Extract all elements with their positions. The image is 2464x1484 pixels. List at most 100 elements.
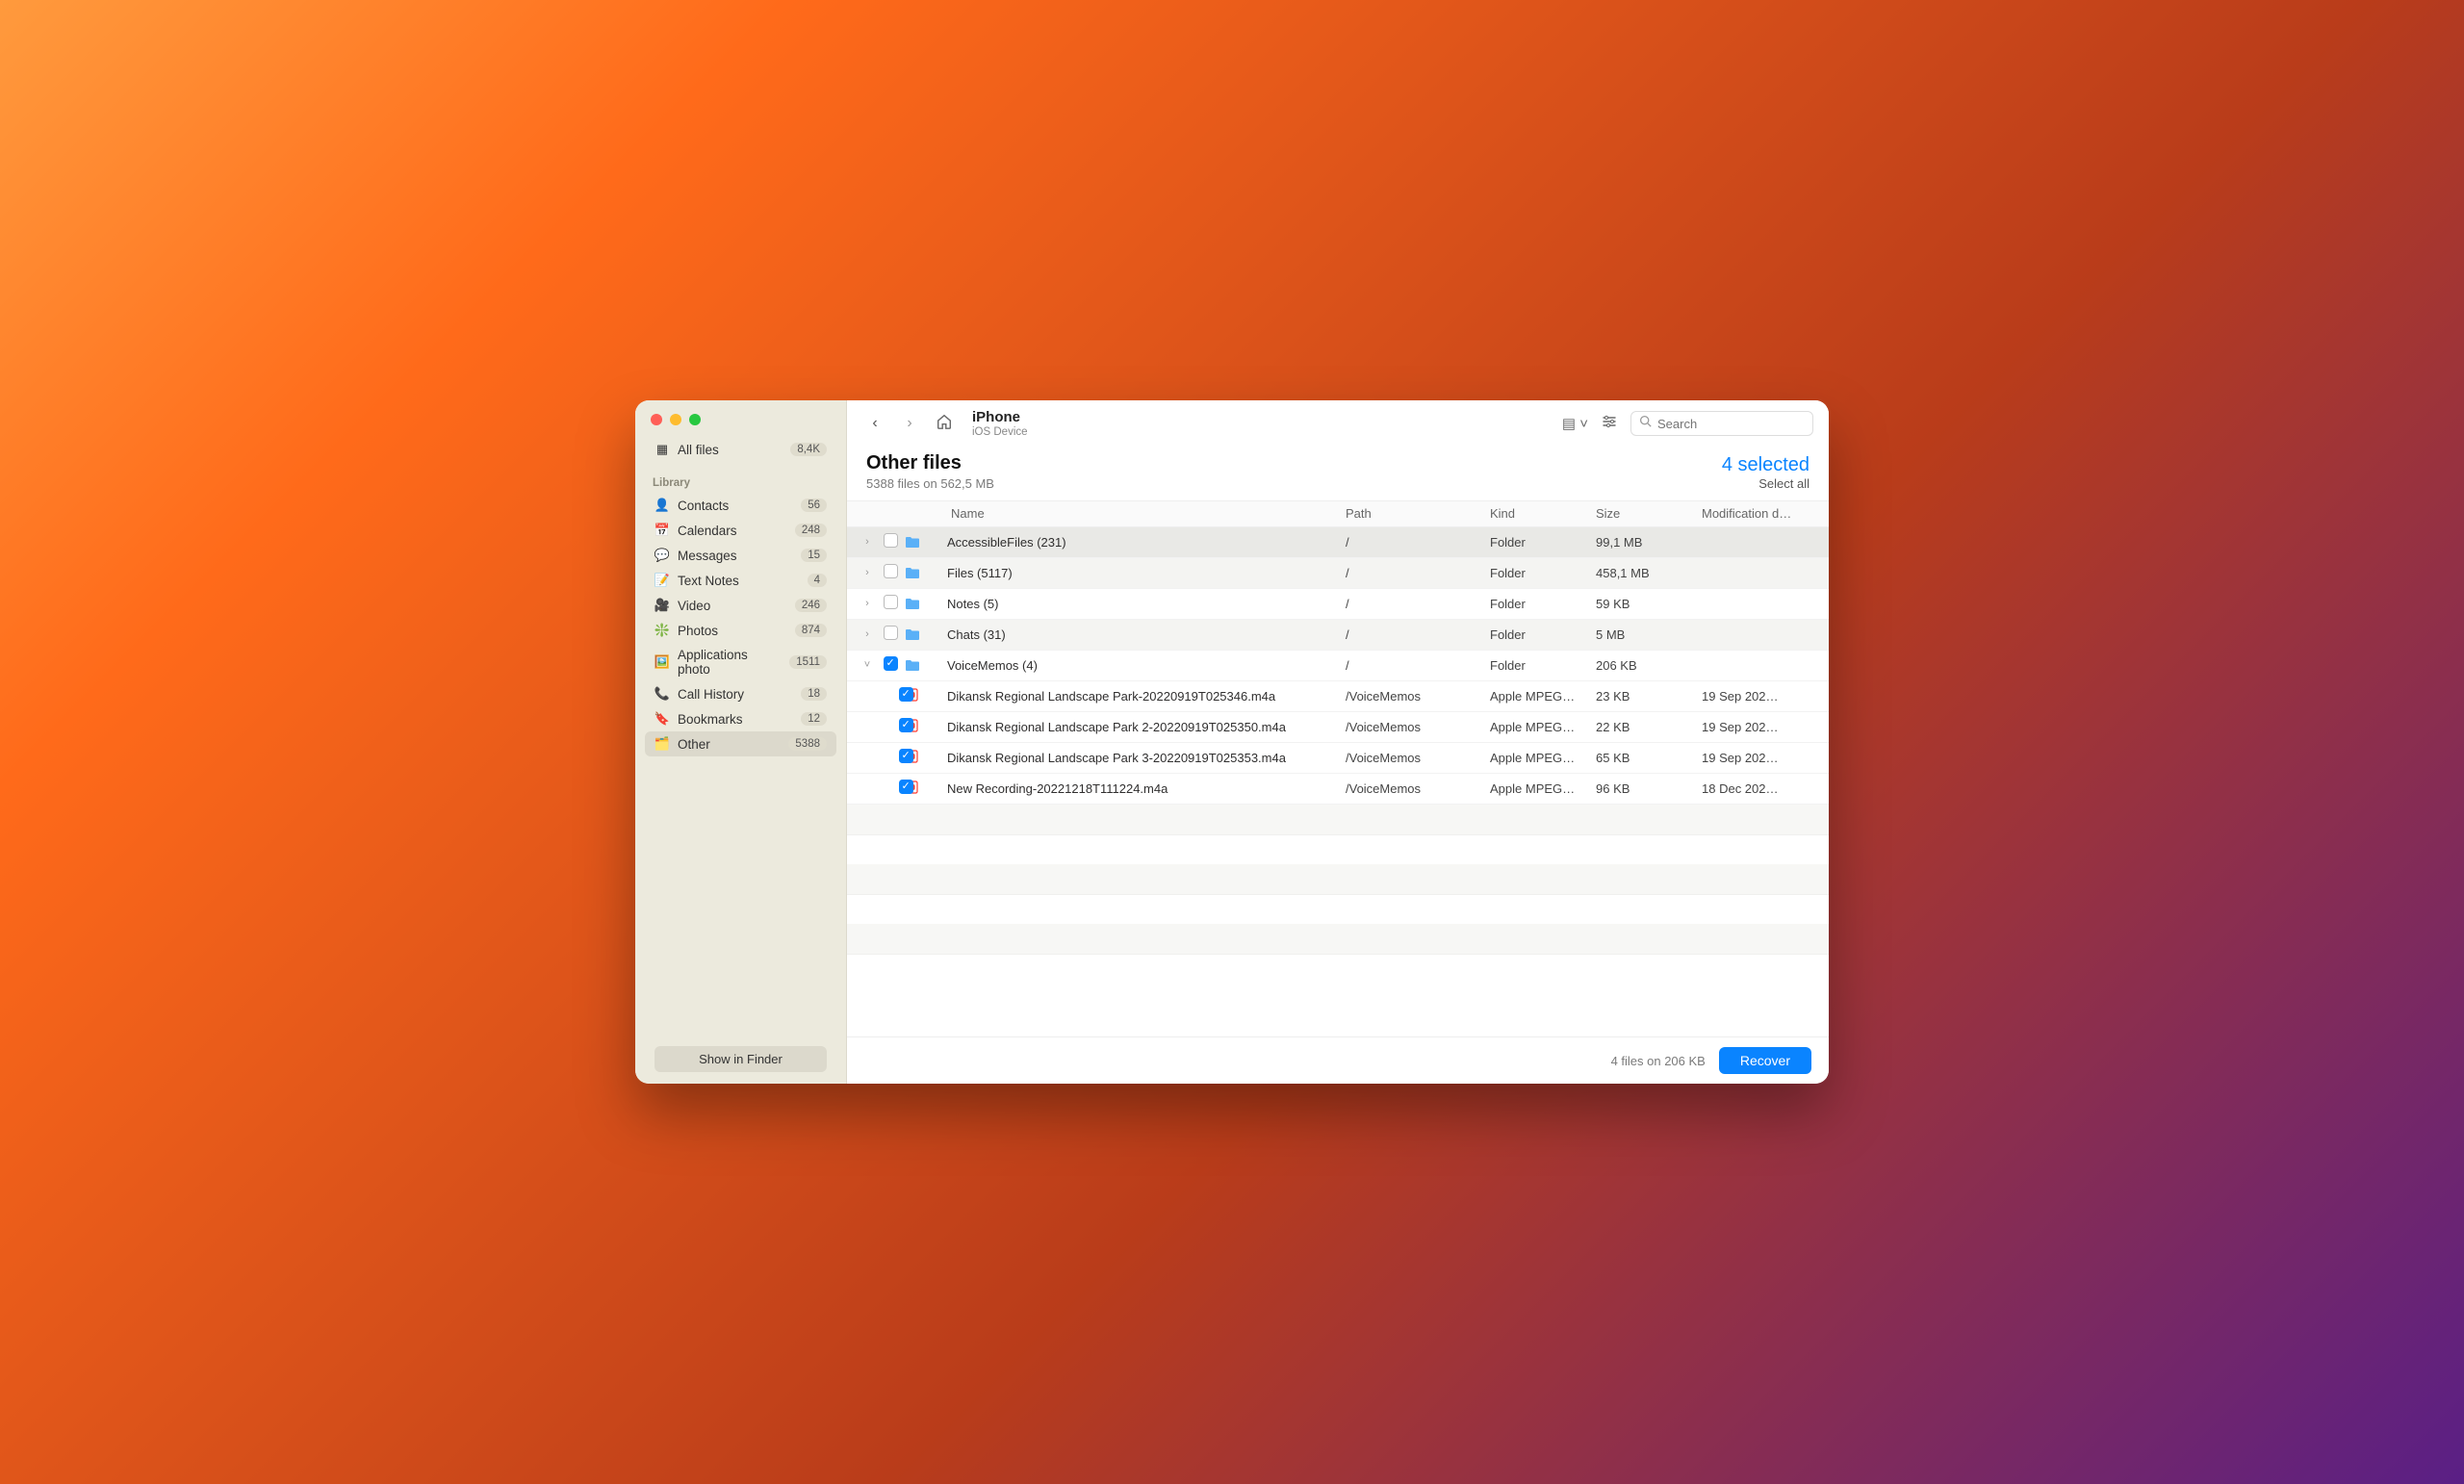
home-button[interactable] [932, 411, 957, 436]
row-checkbox[interactable] [884, 626, 905, 643]
home-icon [936, 413, 953, 430]
footer: 4 files on 206 KB Recover [847, 1036, 1829, 1084]
disclosure-toggle[interactable]: › [851, 628, 884, 640]
col-date[interactable]: Modification d… [1702, 506, 1817, 521]
row-kind: Apple MPEG… [1490, 689, 1596, 704]
sidebar-item-count: 874 [795, 624, 827, 637]
folder-row[interactable]: ›Chats (31)/Folder5 MB [847, 620, 1829, 651]
sidebar-item-bookmarks[interactable]: 🔖Bookmarks12 [645, 706, 836, 731]
sidebar-item-label: Calendars [678, 524, 737, 538]
device-subtitle: iOS Device [972, 426, 1028, 438]
zoom-icon[interactable] [689, 414, 701, 425]
row-name: Chats (31) [947, 627, 1346, 642]
footer-status: 4 files on 206 KB [1611, 1054, 1706, 1068]
file-row[interactable]: Dikansk Regional Landscape Park 2-202209… [847, 712, 1829, 743]
file-row[interactable]: Dikansk Regional Landscape Park-20220919… [847, 681, 1829, 712]
sidebar-item-label: Bookmarks [678, 712, 743, 727]
row-kind: Folder [1490, 597, 1596, 611]
filter-button[interactable] [1602, 414, 1617, 433]
row-size: 96 KB [1596, 781, 1702, 796]
file-row[interactable]: Dikansk Regional Landscape Park 3-202209… [847, 743, 1829, 774]
row-name: AccessibleFiles (231) [947, 535, 1346, 550]
close-icon[interactable] [651, 414, 662, 425]
table-header: Name Path Kind Size Modification d… [847, 500, 1829, 527]
col-name[interactable]: Name [947, 506, 1346, 521]
sidebar-item-label: Other [678, 737, 710, 752]
disclosure-toggle[interactable]: › [851, 567, 884, 578]
sidebar-item-label: Photos [678, 624, 718, 638]
row-size: 5 MB [1596, 627, 1702, 642]
row-path: / [1346, 627, 1490, 642]
select-all-button[interactable]: Select all [1722, 476, 1810, 491]
sidebar-item-applications-photo[interactable]: 🖼️Applications photo1511 [645, 643, 836, 681]
sidebar-item-photos[interactable]: ❇️ Photos 874 [645, 618, 836, 643]
sidebar-item-video[interactable]: 🎥Video246 [645, 593, 836, 618]
folder-icon [905, 627, 920, 642]
page-title: Other files [866, 452, 994, 474]
folder-row[interactable]: › AccessibleFiles (231)/Folder99,1 MB [847, 527, 1829, 558]
view-mode-button[interactable]: ▤ ˅ [1562, 415, 1588, 432]
folder-row[interactable]: ›Notes (5)/Folder59 KB [847, 589, 1829, 620]
disclosure-toggle[interactable]: › [851, 598, 884, 609]
sidebar-item-count: 56 [801, 499, 827, 512]
row-name: Dikansk Regional Landscape Park-20220919… [947, 689, 1346, 704]
folder-row[interactable]: ˅VoiceMemos (4)/Folder206 KB [847, 651, 1829, 681]
search-input[interactable] [1657, 417, 1805, 431]
grid-icon: ▦ [654, 442, 670, 457]
row-kind: Folder [1490, 535, 1596, 550]
sidebar-item-count: 18 [801, 687, 827, 701]
row-checkbox[interactable] [884, 564, 905, 581]
forward-button[interactable]: › [897, 411, 922, 436]
sidebar-item-allfiles[interactable]: ▦ All files 8,4K [645, 437, 836, 462]
search-field[interactable] [1630, 411, 1813, 436]
row-checkbox[interactable] [884, 656, 905, 674]
disclosure-toggle[interactable]: › [851, 536, 884, 548]
row-date: 18 Dec 202… [1702, 781, 1817, 796]
selection-count: 4 selected [1722, 454, 1810, 476]
row-checkbox[interactable] [884, 533, 905, 550]
sidebar-item-contacts[interactable]: 👤Contacts56 [645, 493, 836, 518]
category-icon: 📞 [654, 686, 670, 702]
category-icon: 🎥 [654, 598, 670, 613]
file-row[interactable]: New Recording-20221218T111224.m4a/VoiceM… [847, 774, 1829, 805]
category-icon: 📅 [654, 523, 670, 538]
col-path[interactable]: Path [1346, 506, 1490, 521]
back-button[interactable]: ‹ [862, 411, 887, 436]
sidebar-item-label: Video [678, 599, 710, 613]
row-date: 19 Sep 202… [1702, 720, 1817, 734]
sidebar-item-calendars[interactable]: 📅Calendars248 [645, 518, 836, 543]
app-window: ▦ All files 8,4K Library 👤Contacts56 📅 Cal… [635, 400, 1829, 1084]
recover-button[interactable]: Recover [1719, 1047, 1811, 1074]
table-row [847, 805, 1829, 835]
row-name: Files (5117) [947, 566, 1346, 580]
row-path: / [1346, 566, 1490, 580]
minimize-icon[interactable] [670, 414, 681, 425]
row-path: / [1346, 535, 1490, 550]
row-checkbox[interactable] [884, 595, 905, 612]
row-name: Dikansk Regional Landscape Park 3-202209… [947, 751, 1346, 765]
sidebar-item-label: Text Notes [678, 574, 739, 588]
sidebar: ▦ All files 8,4K Library 👤Contacts56 📅 Cal… [635, 400, 847, 1084]
category-icon: 🔖 [654, 711, 670, 727]
sidebar-item-count: 8,4K [790, 443, 827, 456]
row-size: 59 KB [1596, 597, 1702, 611]
row-path: / [1346, 658, 1490, 673]
sidebar-item-call-history[interactable]: 📞Call History18 [645, 681, 836, 706]
sidebar-item-count: 1511 [789, 655, 827, 669]
row-kind: Apple MPEG… [1490, 720, 1596, 734]
show-in-finder-button[interactable]: Show in Finder [654, 1046, 827, 1072]
col-size[interactable]: Size [1596, 506, 1702, 521]
search-icon [1639, 415, 1652, 432]
disclosure-toggle[interactable]: ˅ [851, 659, 884, 671]
sidebar-item-other[interactable]: 🗂️Other5388 [645, 731, 836, 756]
sidebar-item-text-notes[interactable]: 📝Text Notes4 [645, 568, 836, 593]
row-date: 19 Sep 202… [1702, 751, 1817, 765]
sidebar-section-header: Library [635, 464, 846, 493]
col-kind[interactable]: Kind [1490, 506, 1596, 521]
page-subtitle: 5388 files on 562,5 MB [866, 476, 994, 491]
row-size: 99,1 MB [1596, 535, 1702, 550]
sidebar-item-messages[interactable]: 💬Messages15 [645, 543, 836, 568]
category-icon: ❇️ [654, 623, 670, 638]
folder-row[interactable]: ›Files (5117)/Folder458,1 MB [847, 558, 1829, 589]
toolbar: ‹ › iPhone iOS Device ▤ ˅ [847, 400, 1829, 445]
